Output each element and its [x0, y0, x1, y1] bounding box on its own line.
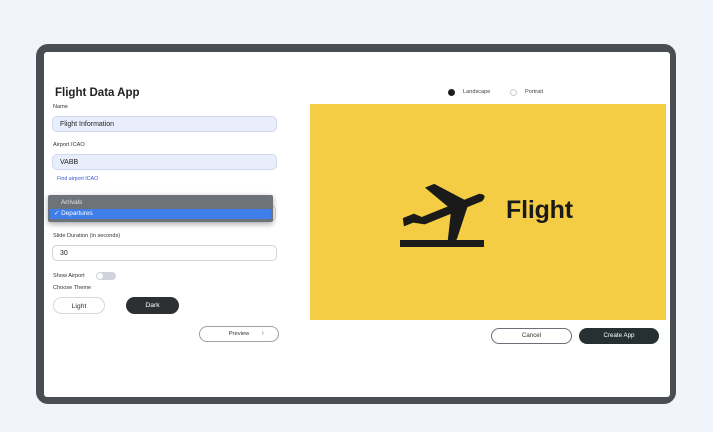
theme-dark-button[interactable]: Dark: [126, 297, 179, 314]
preview-title: Flight: [506, 196, 573, 224]
type-dropdown-menu: Arrivals ✓ Departures: [48, 195, 273, 222]
name-input[interactable]: Flight Information: [52, 116, 277, 132]
create-app-button[interactable]: Create App: [579, 328, 659, 344]
preview-button[interactable]: Preview ›: [199, 326, 279, 342]
slide-preview: Flight: [310, 104, 666, 320]
toggle-knob: [97, 273, 103, 279]
theme-light-button[interactable]: Light: [53, 297, 105, 314]
duration-label: Slide Duration (in seconds): [53, 233, 121, 239]
show-airport-label: Show Airport: [53, 273, 85, 279]
departure-plane-icon: [400, 183, 485, 247]
portrait-label: Portrait: [525, 89, 544, 95]
cancel-button[interactable]: Cancel: [491, 328, 572, 344]
page-title: Flight Data App: [55, 87, 140, 99]
theme-label: Choose Theme: [53, 285, 92, 291]
dropdown-option-arrivals[interactable]: Arrivals: [61, 199, 82, 206]
icao-input[interactable]: VABB: [52, 154, 277, 170]
duration-input[interactable]: 30: [52, 245, 277, 261]
name-label: Name: [53, 104, 68, 110]
portrait-radio[interactable]: [510, 89, 517, 96]
icao-label: Airport ICAO: [53, 142, 85, 148]
landscape-label: Landscape: [463, 89, 491, 95]
find-icao-link[interactable]: Find airport ICAO: [57, 176, 98, 182]
chevron-right-icon: ›: [261, 330, 264, 337]
landscape-radio[interactable]: [448, 89, 455, 96]
show-airport-toggle[interactable]: [96, 272, 116, 280]
preview-button-label: Preview: [228, 331, 250, 337]
dropdown-option-departures[interactable]: ✓ Departures: [50, 209, 271, 219]
